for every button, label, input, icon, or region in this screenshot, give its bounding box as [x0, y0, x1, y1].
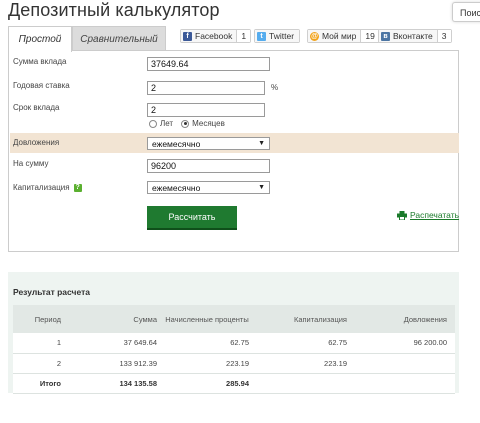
- moimir-count: 19: [360, 30, 379, 42]
- topup-amount-label: На сумму: [13, 159, 49, 168]
- radio-years-label: Лет: [160, 119, 174, 128]
- cell-period: 2: [13, 353, 69, 374]
- facebook-count: 1: [236, 30, 251, 42]
- calculator-tabs: Простой Сравнительный: [8, 26, 166, 52]
- rate-unit: %: [271, 83, 279, 92]
- result-title: Результат расчета: [13, 287, 90, 297]
- capitalization-select[interactable]: ежемесячно ▼: [147, 181, 270, 194]
- facebook-icon: f: [183, 31, 192, 41]
- cell-period: 1: [13, 333, 69, 354]
- amount-field[interactable]: [147, 57, 270, 71]
- vkontakte-count: 3: [436, 30, 451, 42]
- total-capitalization: [257, 373, 355, 394]
- topup-amount-field[interactable]: [147, 159, 270, 173]
- topup-select-value: ежемесячно: [152, 138, 201, 149]
- cell-amount: 37 649.64: [69, 333, 165, 354]
- facebook-share-button[interactable]: f Facebook 1: [180, 29, 252, 43]
- calculate-button[interactable]: Рассчитать: [147, 206, 237, 230]
- col-capitalization: Капитализация: [257, 305, 355, 333]
- moimir-share-button[interactable]: @ Мой мир 19: [307, 29, 380, 43]
- cell-topup: 96 200.00: [355, 333, 455, 354]
- help-icon[interactable]: ?: [73, 183, 82, 192]
- term-unit-options: Лет Месяцев: [149, 119, 225, 128]
- calculator-panel: Сумма вклада Годовая ставка % Срок вклад…: [8, 50, 459, 252]
- print-link[interactable]: Распечатать: [397, 210, 459, 220]
- tab-comparative[interactable]: Сравнительный: [72, 26, 166, 51]
- col-topup: Довложения: [355, 305, 455, 333]
- total-label: Итого: [13, 373, 69, 394]
- topup-label: Довложения: [13, 138, 60, 147]
- capitalization-label: Капитализация?: [13, 183, 82, 192]
- twitter-share-button[interactable]: t Twitter: [254, 29, 301, 43]
- term-field[interactable]: [147, 103, 265, 117]
- term-label: Срок вклада: [13, 103, 60, 112]
- cell-capitalization: 62.75: [257, 333, 355, 354]
- total-row: Итого 134 135.58 285.94: [13, 373, 455, 394]
- result-panel: Результат расчета Период Сумма Начисленн…: [8, 272, 459, 394]
- chevron-down-icon: ▼: [258, 140, 265, 147]
- cell-capitalization: 223.19: [257, 353, 355, 374]
- cell-interest: 223.19: [165, 353, 257, 374]
- rate-field[interactable]: [147, 81, 265, 95]
- tab-simple[interactable]: Простой: [8, 26, 72, 52]
- total-topup: [355, 373, 455, 394]
- col-amount: Сумма: [69, 305, 165, 333]
- result-table: Период Сумма Начисленные проценты Капита…: [13, 305, 455, 394]
- table-row: 2 133 912.39 223.19 223.19: [13, 353, 455, 374]
- result-header-row: Период Сумма Начисленные проценты Капита…: [13, 305, 455, 333]
- cell-amount: 133 912.39: [69, 353, 165, 374]
- cell-interest: 62.75: [165, 333, 257, 354]
- chevron-down-icon: ▼: [258, 184, 265, 191]
- search-tab[interactable]: Поис: [452, 2, 480, 22]
- col-interest: Начисленные проценты: [165, 305, 257, 333]
- radio-months[interactable]: [181, 119, 190, 128]
- rate-label: Годовая ставка: [13, 81, 70, 90]
- table-row: 1 37 649.64 62.75 62.75 96 200.00: [13, 333, 455, 354]
- page-title: Депозитный калькулятор: [8, 0, 220, 20]
- vkontakte-icon: в: [381, 31, 390, 41]
- vkontakte-share-button[interactable]: в Вконтакте 3: [378, 29, 452, 43]
- col-period: Период: [13, 305, 69, 333]
- total-amount: 134 135.58: [69, 373, 165, 394]
- topup-select[interactable]: ежемесячно ▼: [147, 137, 270, 150]
- radio-months-label: Месяцев: [192, 119, 225, 128]
- moimir-icon: @: [310, 31, 319, 41]
- radio-years[interactable]: [149, 119, 157, 128]
- total-interest: 285.94: [165, 373, 257, 394]
- twitter-icon: t: [257, 31, 266, 41]
- amount-label: Сумма вклада: [13, 57, 67, 66]
- printer-icon: [397, 210, 407, 220]
- capitalization-select-value: ежемесячно: [152, 182, 201, 193]
- cell-topup: [355, 353, 455, 374]
